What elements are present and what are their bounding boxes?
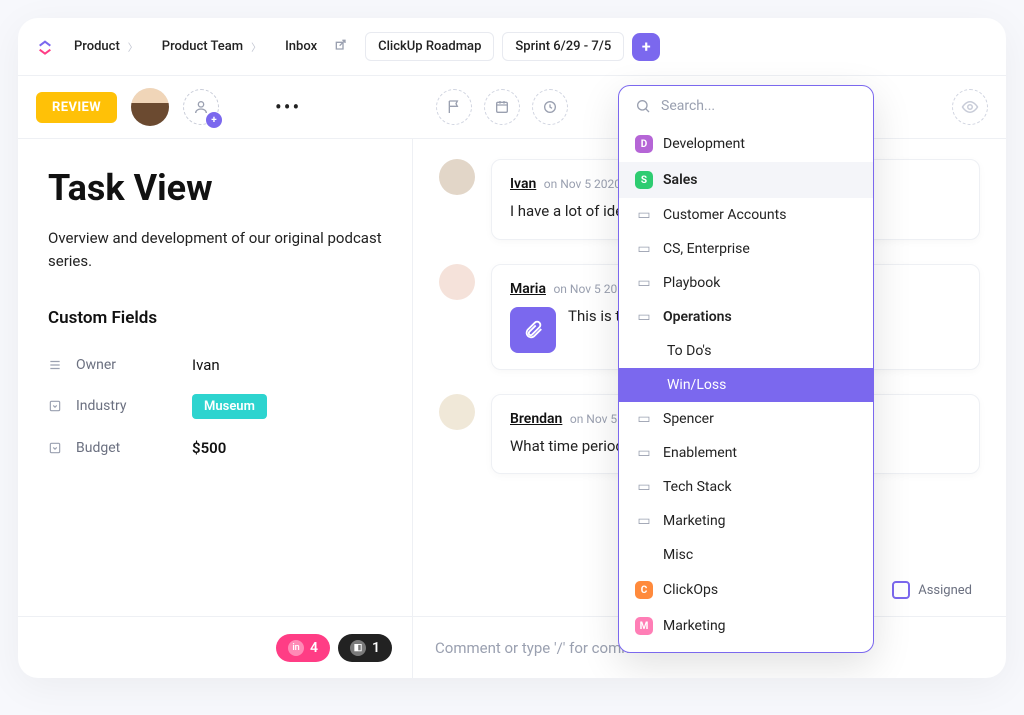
breadcrumb-roadmap[interactable]: ClickUp Roadmap <box>365 32 494 61</box>
comment-avatar <box>439 264 475 300</box>
field-label: Industry <box>76 398 192 414</box>
attachment-icon[interactable] <box>510 307 556 353</box>
calendar-icon[interactable] <box>484 89 520 125</box>
space-badge-icon: M <box>635 617 653 635</box>
folder-icon: ▭ <box>635 513 653 529</box>
folder-open-icon: ▭ <box>635 309 653 325</box>
figma-pill[interactable]: ◧1 <box>338 634 392 662</box>
assigned-filter[interactable]: Assigned <box>892 581 972 599</box>
add-button[interactable]: + <box>632 33 660 61</box>
folder-icon: ▭ <box>635 479 653 495</box>
custom-fields-heading: Custom Fields <box>48 308 382 328</box>
open-external-icon[interactable] <box>333 39 349 55</box>
field-row-owner: Owner Ivan <box>48 346 382 384</box>
dd-item-todos[interactable]: To Do's <box>619 334 873 368</box>
dd-item-clickops[interactable]: CClickOps <box>619 572 873 608</box>
chevron-right-icon: 〉 <box>251 39 261 54</box>
time-icon[interactable] <box>532 89 568 125</box>
checkbox-icon[interactable] <box>892 581 910 599</box>
comment-date: on Nov 5 2020 <box>544 177 621 191</box>
pill-count: 4 <box>310 640 318 656</box>
task-title[interactable]: Task View <box>48 167 382 209</box>
invision-icon: in <box>288 640 304 656</box>
breadcrumb-bar: Product 〉 Product Team 〉 Inbox ClickUp Roa… <box>18 18 1006 76</box>
breadcrumb-inbox-label: Inbox <box>285 39 317 54</box>
breadcrumb-inbox[interactable]: Inbox <box>277 33 357 61</box>
dd-item-customer-accounts[interactable]: ▭Customer Accounts <box>619 198 873 232</box>
dd-item-development[interactable]: DDevelopment <box>619 126 873 162</box>
dropdown-icon <box>48 441 76 455</box>
dropdown-search[interactable]: Search... <box>619 86 873 126</box>
dd-item-sales[interactable]: SSales <box>619 162 873 198</box>
dd-item-marketing[interactable]: ▭Marketing <box>619 504 873 538</box>
watch-icon[interactable] <box>952 89 988 125</box>
comment-author[interactable]: Maria <box>510 281 546 297</box>
comment-date: on Nov 5 <box>570 412 617 426</box>
breadcrumb-sprint[interactable]: Sprint 6/29 - 7/5 <box>502 32 624 61</box>
folder-icon: ▭ <box>635 445 653 461</box>
pill-count: 1 <box>372 640 380 656</box>
folder-icon: ▭ <box>635 411 653 427</box>
list-icon <box>48 358 76 372</box>
task-description[interactable]: Overview and development of our original… <box>48 227 382 274</box>
location-dropdown: Search... DDevelopment SSales ▭Customer … <box>618 85 874 653</box>
more-menu-button[interactable]: ••• <box>267 95 309 119</box>
dd-item-playbook[interactable]: ▭Playbook <box>619 266 873 300</box>
status-badge[interactable]: REVIEW <box>36 92 117 123</box>
figma-icon: ◧ <box>350 640 366 656</box>
chevron-right-icon: 〉 <box>128 39 138 54</box>
space-badge-icon: S <box>635 171 653 189</box>
field-value-budget[interactable]: $500 <box>192 439 226 457</box>
field-label: Owner <box>76 357 192 373</box>
assigned-label: Assigned <box>918 583 972 598</box>
field-row-industry: Industry Museum <box>48 384 382 429</box>
dropdown-icon <box>48 399 76 413</box>
search-icon <box>635 98 651 114</box>
field-label: Budget <box>76 440 192 456</box>
comment-author[interactable]: Brendan <box>510 411 562 427</box>
breadcrumb-team-label: Product Team <box>162 39 243 54</box>
comment-avatar <box>439 394 475 430</box>
add-assignee-button[interactable]: + <box>183 89 219 125</box>
comment-date: on Nov 5 20 <box>553 282 617 296</box>
folder-icon: ▭ <box>635 207 653 223</box>
clickup-logo-icon <box>36 38 54 56</box>
comment-avatar <box>439 159 475 195</box>
dd-item-spencer[interactable]: ▭Spencer <box>619 402 873 436</box>
breadcrumb-product-label: Product <box>74 39 120 54</box>
invision-pill[interactable]: in 4 <box>276 634 330 662</box>
breadcrumb-team[interactable]: Product Team 〉 <box>154 33 269 60</box>
dd-item-enablement[interactable]: ▭Enablement <box>619 436 873 470</box>
space-badge-icon: D <box>635 135 653 153</box>
folder-icon: ▭ <box>635 241 653 257</box>
plus-icon: + <box>206 112 222 128</box>
assignee-avatar[interactable] <box>131 88 169 126</box>
dd-item-cs-enterprise[interactable]: ▭CS, Enterprise <box>619 232 873 266</box>
search-placeholder: Search... <box>661 98 715 114</box>
field-value-owner[interactable]: Ivan <box>192 356 220 374</box>
breadcrumb-product[interactable]: Product 〉 <box>66 33 146 60</box>
dd-item-winloss[interactable]: Win/Loss <box>619 368 873 402</box>
task-details-panel: Task View Overview and development of ou… <box>18 139 413 629</box>
dd-item-operations[interactable]: ▭Operations <box>619 300 873 334</box>
space-badge-icon: C <box>635 581 653 599</box>
field-value-industry[interactable]: Museum <box>192 394 267 419</box>
folder-icon: ▭ <box>635 275 653 291</box>
field-row-budget: Budget $500 <box>48 429 382 467</box>
dd-item-misc[interactable]: Misc <box>619 538 873 572</box>
dd-item-techstack[interactable]: ▭Tech Stack <box>619 470 873 504</box>
flag-icon[interactable] <box>436 89 472 125</box>
comment-author[interactable]: Ivan <box>510 176 536 192</box>
dd-item-marketing2[interactable]: MMarketing <box>619 608 873 644</box>
